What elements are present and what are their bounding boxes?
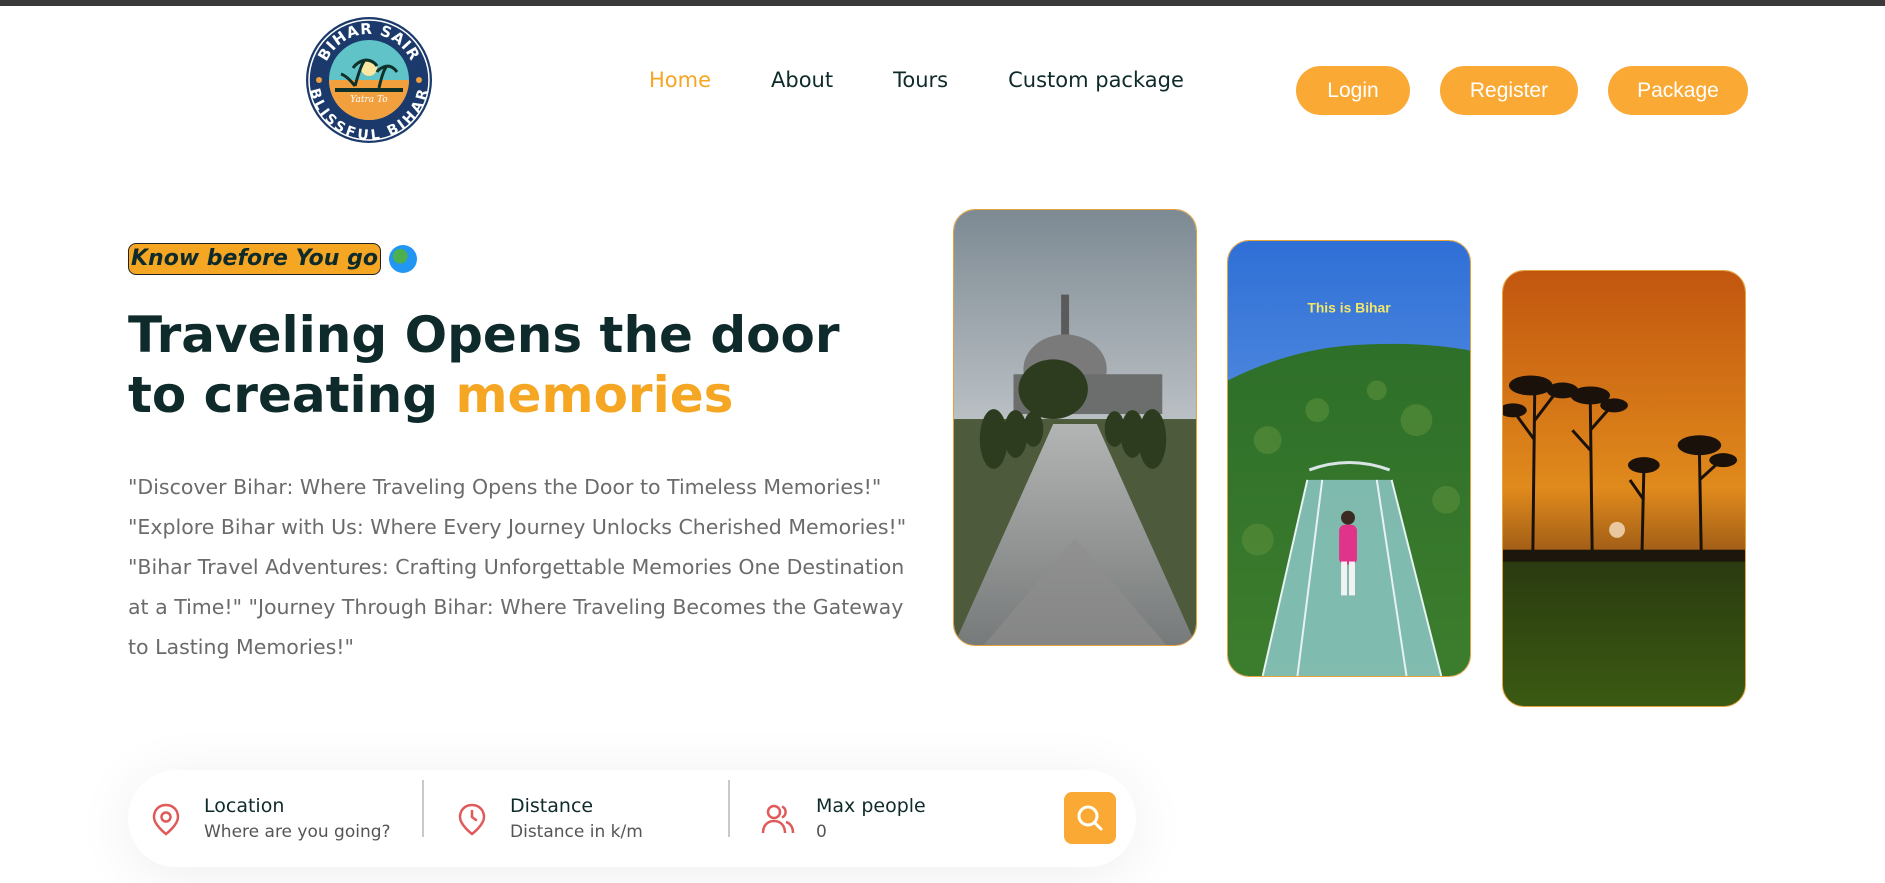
nav-home[interactable]: Home (649, 68, 711, 92)
location-pin-icon (152, 803, 180, 836)
search-bar: Location Where are you going? Distance D… (128, 770, 1136, 867)
globe-icon (388, 245, 417, 273)
distance-clock-pin-icon (458, 803, 486, 836)
users-icon (761, 804, 795, 833)
location-value[interactable]: Where are you going? (204, 819, 391, 845)
gallery-photo-caption: This is Bihar (1307, 300, 1391, 316)
location-label: Location (204, 794, 285, 817)
main-nav: Home About Tours Custom package (649, 68, 1244, 92)
hero-tag-label: Know before You go (128, 243, 381, 275)
logo-script-text: Yatra To (350, 95, 388, 105)
hero-headline-highlight: memories (455, 366, 734, 424)
distance-value[interactable]: Distance in k/m (510, 819, 643, 845)
max-people-value[interactable]: 0 (816, 819, 926, 845)
window-top-bar (0, 0, 1885, 6)
gallery-photo-stupa (953, 209, 1197, 646)
gallery-photo-glass-bridge: This is Bihar (1227, 240, 1471, 677)
package-button[interactable]: Package (1608, 66, 1748, 115)
nav-custom-package[interactable]: Custom package (1008, 68, 1184, 92)
search-icon (1077, 805, 1103, 831)
distance-field[interactable]: Distance Distance in k/m (454, 770, 643, 867)
max-people-label: Max people (816, 794, 926, 817)
nav-about[interactable]: About (771, 68, 833, 92)
search-divider (422, 780, 424, 837)
hero-headline: Traveling Opens the door to creating mem… (128, 305, 908, 425)
login-button[interactable]: Login (1296, 66, 1410, 115)
hero-description: "Discover Bihar: Where Traveling Opens t… (128, 475, 907, 659)
hero-tag: Know before You go (128, 243, 417, 275)
gallery-photo-sunset (1502, 270, 1746, 707)
search-button[interactable] (1064, 792, 1116, 844)
site-logo[interactable]: BIHAR SAIR BLISSFUL BIHAR Yatra To (305, 16, 433, 144)
search-divider (728, 780, 730, 837)
distance-label: Distance (510, 794, 594, 817)
max-people-field[interactable]: Max people 0 (760, 770, 926, 867)
register-button[interactable]: Register (1440, 66, 1578, 115)
nav-tours[interactable]: Tours (893, 68, 948, 92)
location-field[interactable]: Location Where are you going? (148, 770, 391, 867)
